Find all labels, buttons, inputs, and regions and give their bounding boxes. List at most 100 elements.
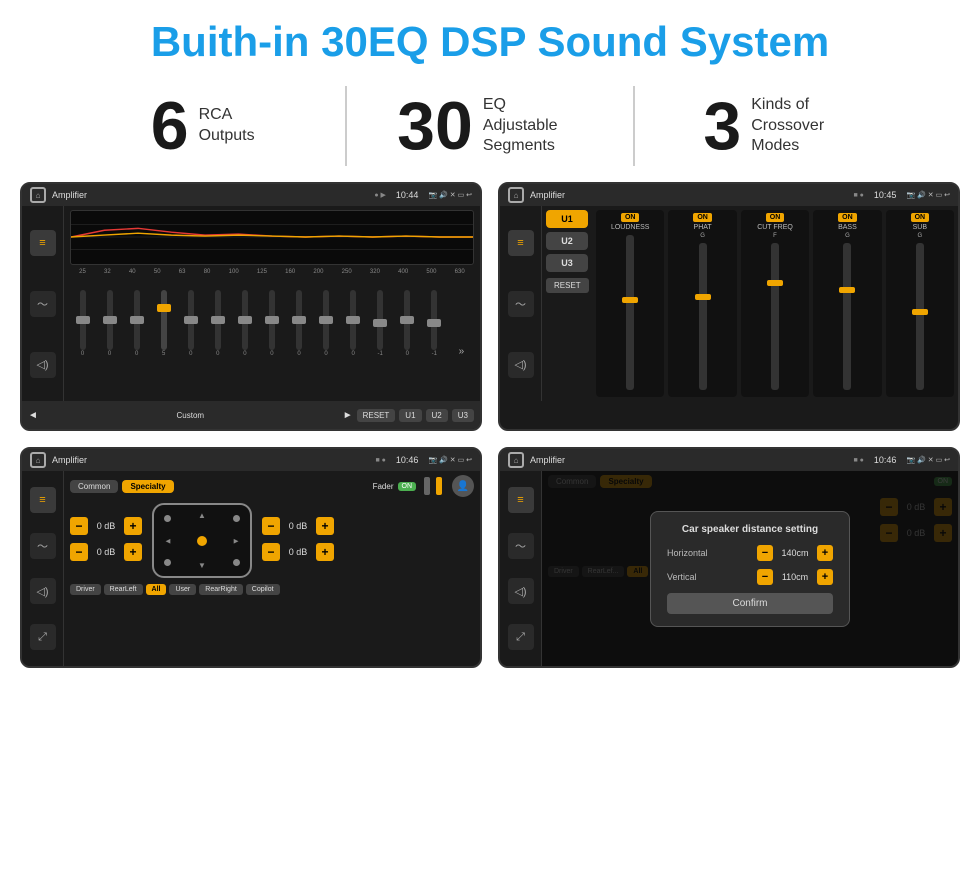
fader-vol-bl-minus[interactable]: − — [70, 543, 88, 561]
crossover-wave-icon[interactable]: 〜 — [508, 291, 534, 317]
eq-slider-12: 0 — [395, 290, 420, 357]
fader-time: 10:46 — [396, 455, 419, 465]
modal-vertical-row: Vertical − 110cm + — [667, 569, 833, 585]
eq-slider-0: 0 — [70, 290, 95, 357]
fader-vol-br-plus[interactable]: + — [316, 543, 334, 561]
crossover-speaker-icon[interactable]: ◁) — [508, 352, 534, 378]
fader-mode-icon: ■ ● — [376, 457, 386, 464]
eq-wave-icon[interactable]: 〜 — [30, 291, 56, 317]
eq-u2-button[interactable]: U2 — [426, 409, 448, 422]
crossover-screen: Amplifier ■ ● 10:45 📷 🔊 ✕ ▭ ↩ ≡ 〜 ◁) U1 … — [498, 182, 960, 431]
fader-status-bar: Amplifier ■ ● 10:46 📷 🔊 ✕ ▭ ↩ — [22, 449, 480, 471]
stat-rca-label: RCAOutputs — [199, 105, 255, 147]
fader-on-button[interactable]: ON — [398, 482, 417, 491]
eq-slider-8: 0 — [287, 290, 312, 357]
crossover-home-icon[interactable] — [508, 187, 524, 203]
eq-slider-2: 0 — [124, 290, 149, 357]
distance-modal: Car speaker distance setting Horizontal … — [650, 511, 850, 627]
fader-tab-specialty[interactable]: Specialty — [122, 480, 173, 493]
fader-vol-tl-value: 0 dB — [92, 521, 120, 531]
stat-crossover-label: Kinds ofCrossover Modes — [751, 95, 851, 157]
fader-vol-tr-minus[interactable]: − — [262, 517, 280, 535]
fader-home-icon[interactable] — [30, 452, 46, 468]
eq-next-button[interactable]: ► — [343, 410, 353, 421]
eq-filter-icon[interactable]: ≡ — [30, 230, 56, 256]
modal-overlay: Car speaker distance setting Horizontal … — [542, 471, 958, 666]
fader-driver-button[interactable]: Driver — [70, 584, 101, 595]
eq-prev-button[interactable]: ◄ — [28, 410, 38, 421]
fader-bottom-buttons: Driver RearLeft All User RearRight Copil… — [70, 584, 474, 595]
crossover-status-bar: Amplifier ■ ● 10:45 📷 🔊 ✕ ▭ ↩ — [500, 184, 958, 206]
stat-rca-number: 6 — [151, 92, 189, 160]
distance-speaker-icon[interactable]: ◁) — [508, 578, 534, 604]
eq-reset-button[interactable]: RESET — [357, 409, 396, 422]
eq-u3-button[interactable]: U3 — [452, 409, 474, 422]
fader-vol-row-br: − 0 dB + — [262, 543, 334, 561]
eq-u1-button[interactable]: U1 — [399, 409, 421, 422]
eq-slider-11: -1 — [368, 290, 393, 357]
fader-vol-tr-plus[interactable]: + — [316, 517, 334, 535]
eq-title: Amplifier — [52, 190, 368, 200]
eq-slider-1: 0 — [97, 290, 122, 357]
crossover-u-buttons: U1 U2 U3 RESET — [542, 206, 592, 401]
crossover-time: 10:45 — [874, 190, 897, 200]
distance-time: 10:46 — [874, 455, 897, 465]
ctrl-sub: ON SUB G — [886, 210, 954, 397]
modal-horizontal-plus[interactable]: + — [817, 545, 833, 561]
fader-vol-bl-value: 0 dB — [92, 547, 120, 557]
fader-rearright-button[interactable]: RearRight — [199, 584, 243, 595]
crossover-u3-button[interactable]: U3 — [546, 254, 588, 272]
crossover-u2-button[interactable]: U2 — [546, 232, 588, 250]
modal-horizontal-row: Horizontal − 140cm + — [667, 545, 833, 561]
modal-vertical-plus[interactable]: + — [817, 569, 833, 585]
fader-speaker-icon[interactable]: ◁) — [30, 578, 56, 604]
fader-vol-bl-plus[interactable]: + — [124, 543, 142, 561]
fader-filter-icon[interactable]: ≡ — [30, 487, 56, 513]
fader-wave-icon[interactable]: 〜 — [30, 533, 56, 559]
fader-all-button[interactable]: All — [146, 584, 167, 595]
distance-status-icons: 📷 🔊 ✕ ▭ ↩ — [906, 456, 950, 464]
fader-expand-icon[interactable]: ⤢ — [30, 624, 56, 650]
fader-vol-tl-minus[interactable]: − — [70, 517, 88, 535]
fader-copilot-button[interactable]: Copilot — [246, 584, 280, 595]
distance-status-bar: Amplifier ■ ● 10:46 📷 🔊 ✕ ▭ ↩ — [500, 449, 958, 471]
page-title: Buith-in 30EQ DSP Sound System — [20, 18, 960, 66]
fader-user-icon[interactable]: 👤 — [452, 475, 474, 497]
eq-speaker-icon[interactable]: ◁) — [30, 352, 56, 378]
distance-expand-icon[interactable]: ⤢ — [508, 624, 534, 650]
ctrl-bass: ON BASS G — [813, 210, 881, 397]
modal-vertical-value: 110cm — [777, 572, 813, 582]
eq-slider-4: 0 — [178, 290, 203, 357]
crossover-title: Amplifier — [530, 190, 848, 200]
modal-horizontal-minus[interactable]: − — [757, 545, 773, 561]
distance-home-icon[interactable] — [508, 452, 524, 468]
fader-vol-br-minus[interactable]: − — [262, 543, 280, 561]
fader-main: Common Specialty Fader ON 👤 − 0 dB — [64, 471, 480, 666]
eq-screen: Amplifier ● ▶ 10:44 📷 🔊 ✕ ▭ ↩ ≡ 〜 ◁) — [20, 182, 482, 431]
eq-time: 10:44 — [396, 190, 419, 200]
eq-main: 2532405063 80100125160200 25032040050063… — [64, 206, 480, 401]
eq-slider-5: 0 — [205, 290, 230, 357]
fader-right-volumes: − 0 dB + − 0 dB + — [262, 517, 334, 565]
crossover-reset-button[interactable]: RESET — [546, 278, 589, 293]
distance-filter-icon[interactable]: ≡ — [508, 487, 534, 513]
home-icon[interactable] — [30, 187, 46, 203]
fader-vol-tl-plus[interactable]: + — [124, 517, 142, 535]
modal-horizontal-controls: − 140cm + — [757, 545, 833, 561]
eq-status-bar: Amplifier ● ▶ 10:44 📷 🔊 ✕ ▭ ↩ — [22, 184, 480, 206]
fader-tab-common[interactable]: Common — [70, 480, 118, 493]
confirm-button[interactable]: Confirm — [667, 593, 833, 614]
fader-vol-row-tl: − 0 dB + — [70, 517, 142, 535]
eq-slider-expand[interactable]: » — [449, 346, 474, 357]
stats-row: 6 RCAOutputs 30 EQ AdjustableSegments 3 … — [0, 76, 980, 182]
modal-vertical-minus[interactable]: − — [757, 569, 773, 585]
crossover-mode-icon: ■ ● — [854, 192, 864, 199]
fader-user-button[interactable]: User — [169, 584, 196, 595]
fader-rearleft-button[interactable]: RearLeft — [104, 584, 143, 595]
fader-left-volumes: − 0 dB + − 0 dB + — [70, 517, 142, 565]
modal-horizontal-label: Horizontal — [667, 548, 708, 558]
crossover-sidebar: ≡ 〜 ◁) — [500, 206, 542, 401]
crossover-u1-button[interactable]: U1 — [546, 210, 588, 228]
distance-wave-icon[interactable]: 〜 — [508, 533, 534, 559]
crossover-filter-icon[interactable]: ≡ — [508, 230, 534, 256]
